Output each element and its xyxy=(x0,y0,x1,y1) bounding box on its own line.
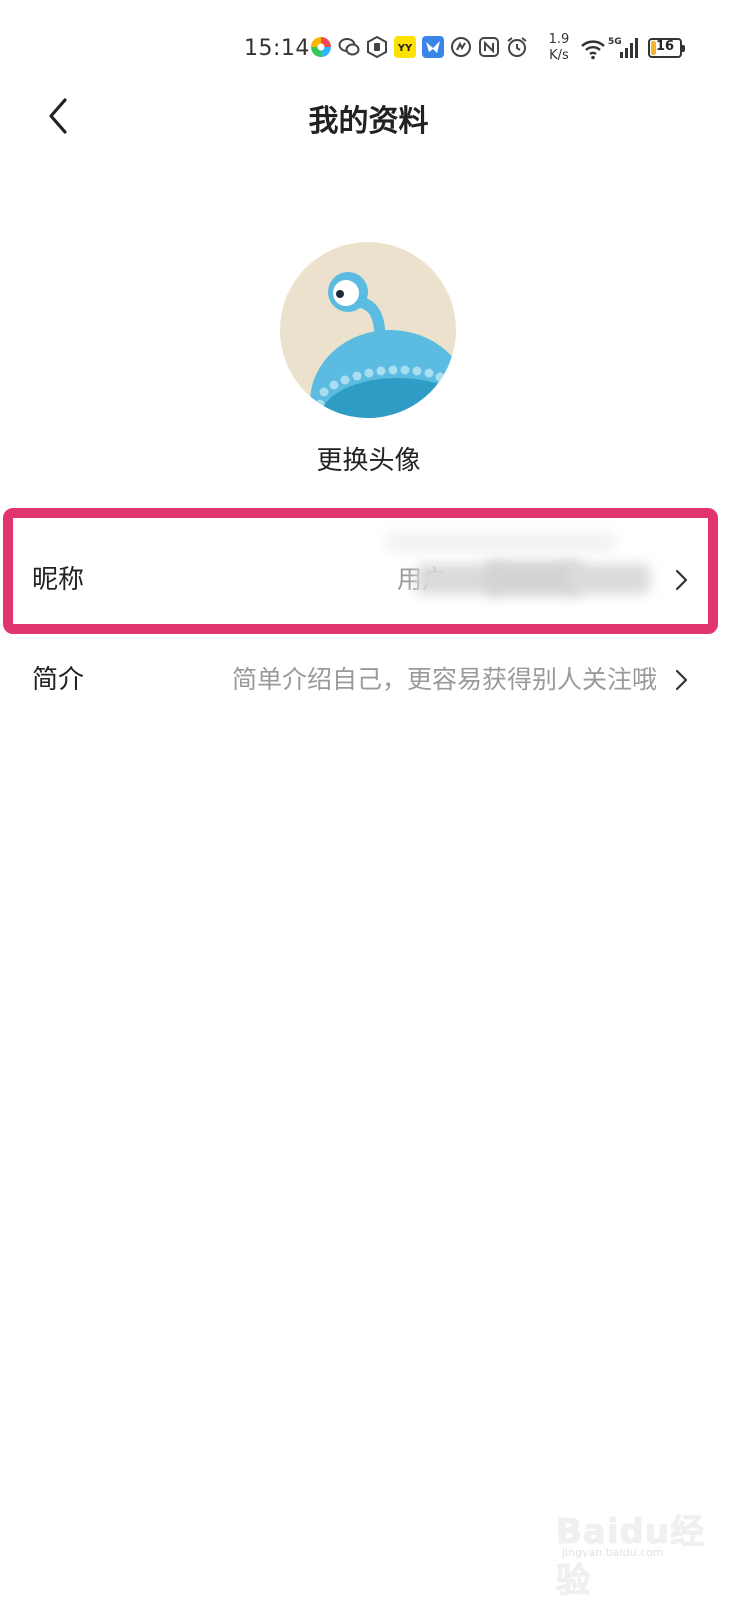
nfc-icon xyxy=(478,36,500,58)
header: 我的资料 xyxy=(0,80,737,152)
bio-row[interactable]: 简介 简单介绍自己，更容易获得别人关注哦 xyxy=(0,630,737,730)
alarm-icon xyxy=(506,36,528,58)
bio-value: 简单介绍自己，更容易获得别人关注哦 xyxy=(231,665,657,694)
pinwheel-app-icon xyxy=(310,36,332,58)
watermark-url: jingyan.baidu.com xyxy=(562,1546,664,1559)
avatar[interactable] xyxy=(280,242,456,418)
page-title: 我的资料 xyxy=(308,104,429,139)
status-time: 15:14 xyxy=(244,36,310,61)
cellular-signal-icon: 5G xyxy=(608,36,638,60)
network-speed: 1.9 K/s xyxy=(541,32,577,64)
svg-text:YY: YY xyxy=(397,43,413,54)
change-avatar-button[interactable]: 更换头像 xyxy=(0,440,737,477)
wifi-icon xyxy=(580,38,606,60)
wechat-icon xyxy=(338,36,360,58)
battery-icon: 16 xyxy=(648,38,685,58)
network-speed-value: 1.9 xyxy=(548,32,570,47)
hexagon-app-icon xyxy=(366,35,388,59)
nickname-label: 昵称 xyxy=(32,565,85,595)
yy-app-icon: YY xyxy=(394,36,416,58)
nickname-value: 用户 xyxy=(396,565,447,594)
bio-label: 简介 xyxy=(32,665,85,695)
baidu-jingyan-watermark: Baidu经验 jingyan.baidu.com xyxy=(556,1490,716,1601)
chevron-right-icon xyxy=(675,669,688,691)
monster-avatar-image xyxy=(280,242,456,418)
battery-level: 16 xyxy=(655,39,675,54)
nickname-row[interactable]: 昵称 用户 xyxy=(0,530,737,630)
speed-app-icon xyxy=(450,36,472,58)
network-type-label: 5G xyxy=(608,37,622,47)
notification-icons: YY xyxy=(310,35,528,59)
chevron-right-icon xyxy=(675,569,688,591)
network-speed-unit: K/s xyxy=(549,48,569,63)
bird-app-icon xyxy=(422,36,444,58)
